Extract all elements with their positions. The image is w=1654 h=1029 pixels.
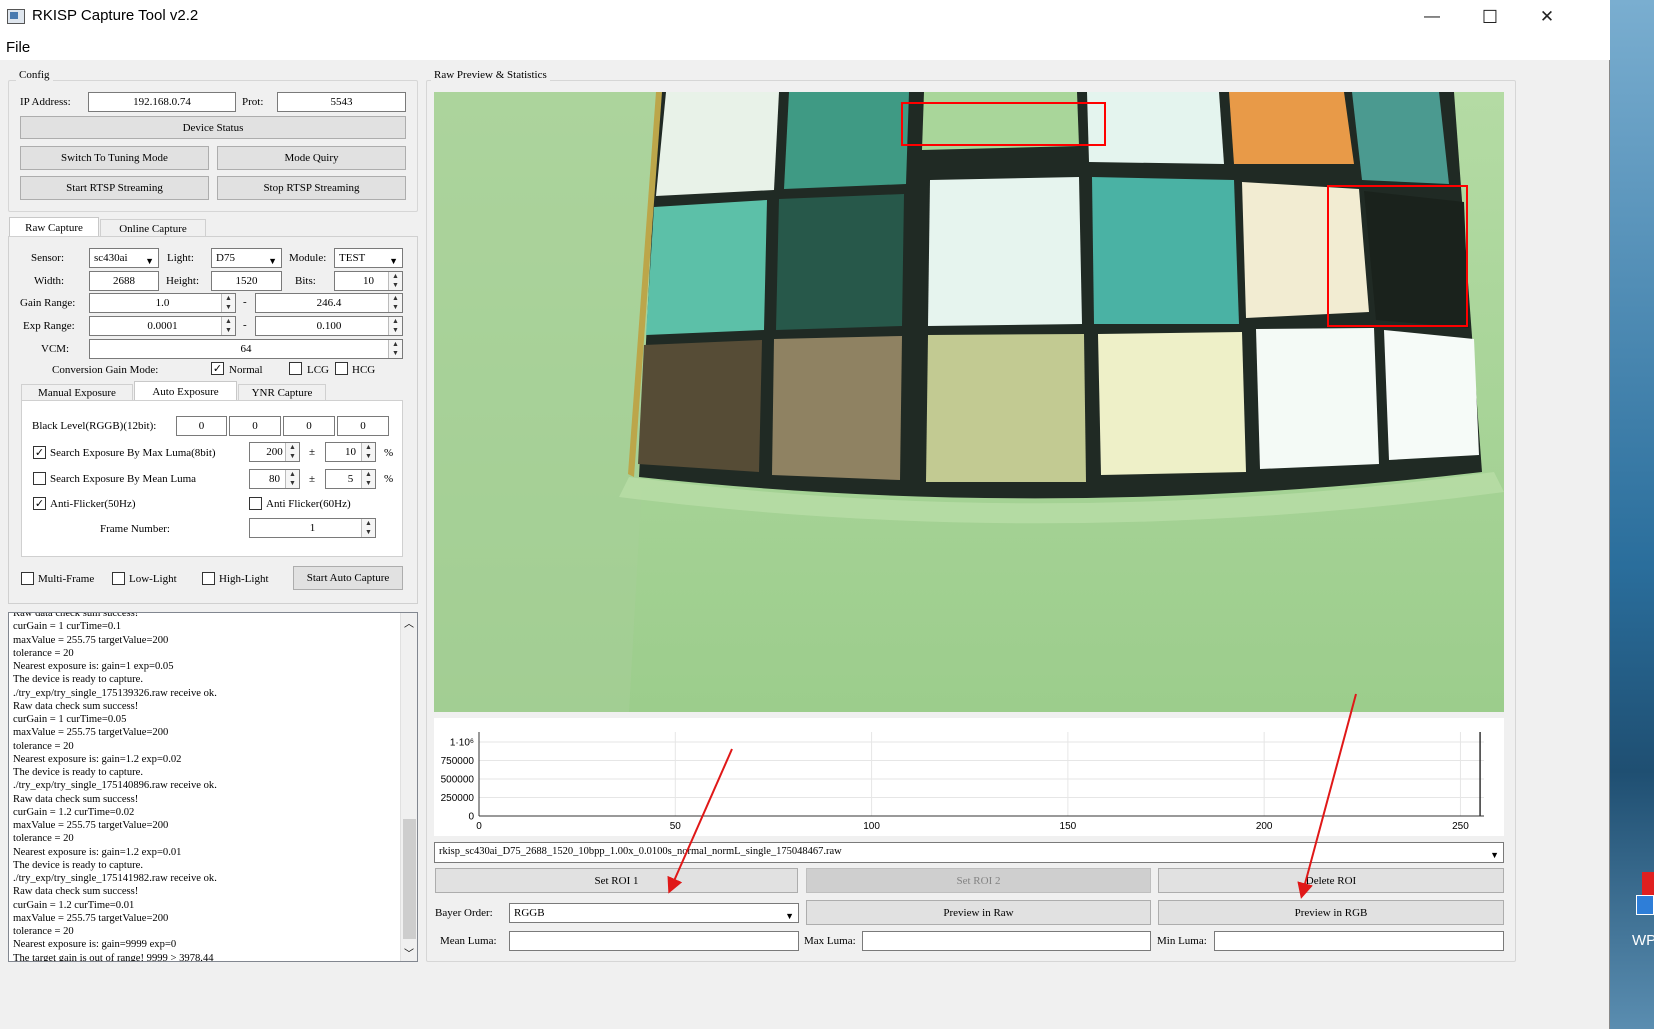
app-window: RKISP Capture Tool v2.2 — ☐ ✕ File Confi… bbox=[0, 0, 1610, 1029]
desktop-shortcut-icon[interactable] bbox=[1636, 895, 1654, 915]
desktop-shortcut-label[interactable]: WP bbox=[1632, 932, 1654, 949]
arrow-to-set-roi-1 bbox=[667, 748, 733, 894]
desktop-red-mark bbox=[1642, 872, 1654, 896]
annotation-arrows bbox=[667, 693, 1357, 899]
arrow-to-delete-roi bbox=[1297, 693, 1357, 899]
